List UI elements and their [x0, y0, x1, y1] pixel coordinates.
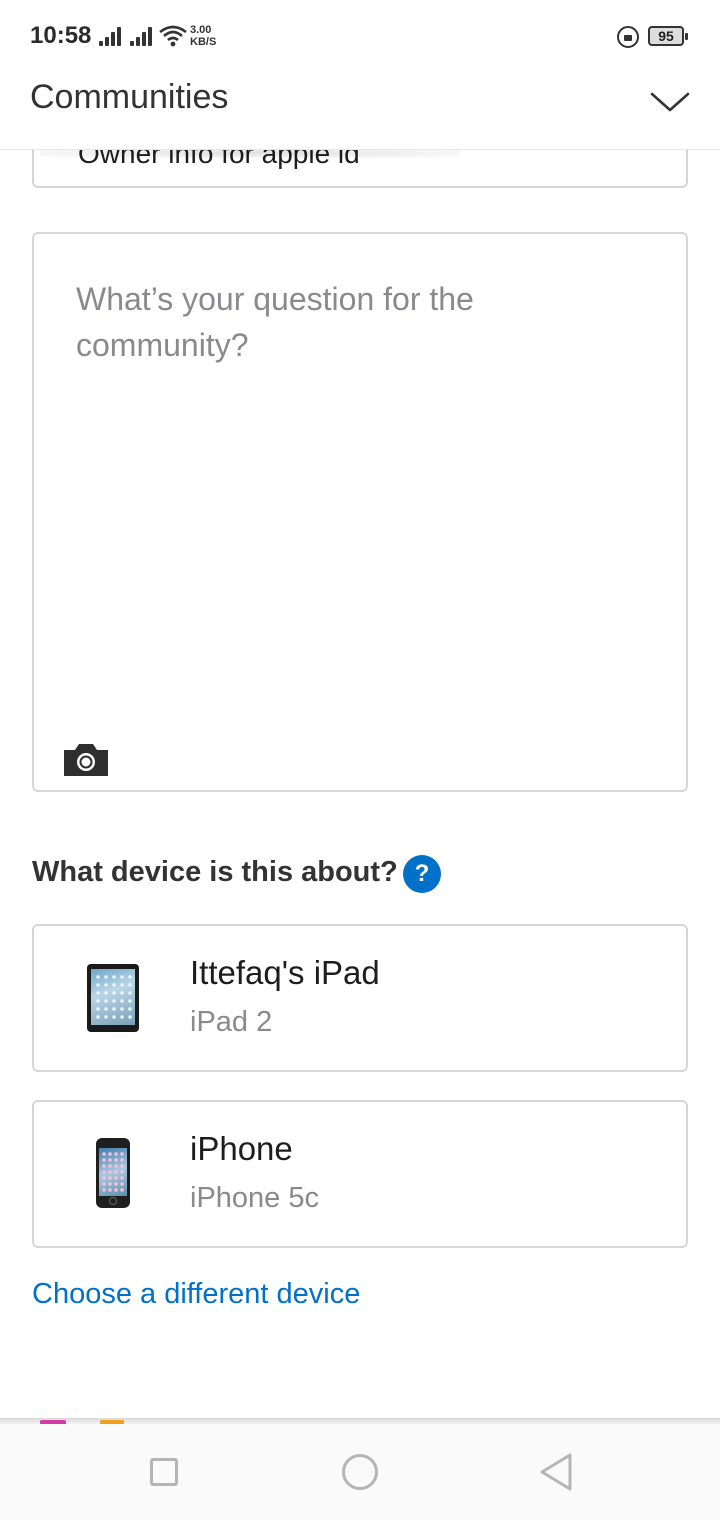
wifi-icon [159, 25, 187, 47]
choose-different-device-link[interactable]: Choose a different device [32, 1278, 360, 1311]
device-section-heading: What device is this about? [32, 856, 398, 888]
question-placeholder: What’s your question for the community? [76, 281, 474, 363]
signal-2-icon [130, 26, 156, 46]
status-bar: 10:58 3.00 KB/S 95 [0, 0, 720, 72]
status-time: 10:58 [30, 22, 92, 49]
device-card-ipad[interactable]: Ittefaq's iPad iPad 2 [32, 924, 688, 1072]
network-speed-value: 3.00 [190, 24, 212, 36]
signal-1-icon [99, 26, 125, 46]
rotation-lock-icon [617, 26, 639, 48]
ipad-icon [87, 964, 139, 1032]
network-speed-unit: KB/S [190, 36, 217, 48]
device-card-iphone[interactable]: iPhone iPhone 5c [32, 1100, 688, 1248]
page-title: Communities [30, 78, 229, 116]
battery-icon: 95 [648, 26, 688, 46]
question-input[interactable]: What’s your question for the community? [32, 232, 688, 792]
device-name: Ittefaq's iPad [190, 954, 380, 991]
chevron-down-icon[interactable] [650, 90, 690, 114]
app-header: Communities [0, 72, 720, 150]
network-speed: 3.00 KB/S [190, 24, 216, 48]
recent-apps-button[interactable] [150, 1458, 178, 1486]
system-nav-bar [0, 1424, 720, 1520]
camera-icon[interactable] [62, 742, 110, 778]
iphone-icon [96, 1138, 130, 1208]
device-model: iPad 2 [190, 1006, 273, 1038]
device-model: iPhone 5c [190, 1182, 319, 1214]
device-name: iPhone [190, 1130, 293, 1167]
help-icon[interactable]: ? [403, 855, 441, 893]
back-button[interactable] [538, 1452, 574, 1492]
home-button[interactable] [342, 1454, 378, 1490]
